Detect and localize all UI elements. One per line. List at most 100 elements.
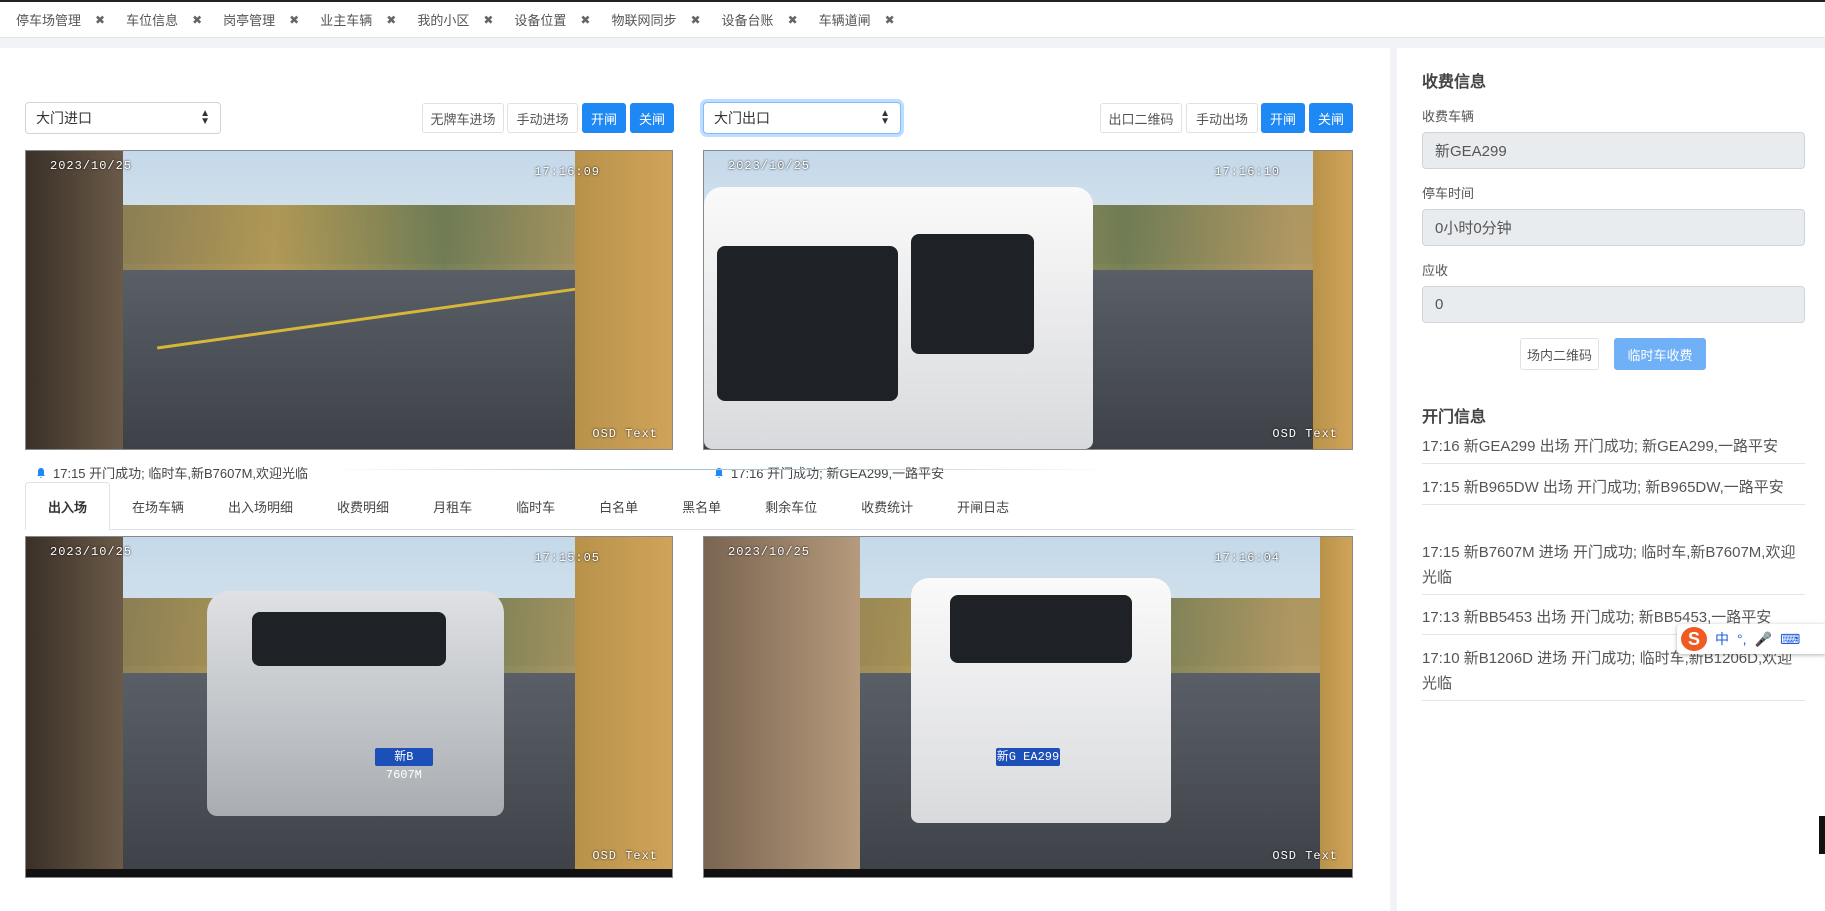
temp-vehicle-charge-button[interactable]: 临时车收费 <box>1614 338 1706 370</box>
close-icon[interactable]: ✖ <box>386 13 396 27</box>
in-lot-qr-code-button[interactable]: 场内二维码 <box>1520 338 1599 370</box>
camera-time: 17:16:09 <box>534 165 600 179</box>
divider <box>330 469 1110 470</box>
gate-log-title: 开门信息 <box>1422 409 1487 426</box>
entrance-camera-snapshot: 新B 7607M 2023/10/25 17:15:05 OSD Text <box>25 536 673 878</box>
close-icon[interactable]: ✖ <box>95 13 105 27</box>
subtab-in-out-details[interactable]: 出入场明细 <box>206 482 315 530</box>
amount-due-field: 0 <box>1422 286 1805 323</box>
tab-iot-sync[interactable]: 物联网同步 ✖ <box>601 2 711 38</box>
gate-control-panel: 大门进口 ▲ ▼ 无牌车进场 手动进场 开闸 关闸 大门出口 ▲ ▼ 出口二维码 手… <box>0 48 1390 911</box>
camera-time: 17:15:05 <box>534 551 600 565</box>
vehicle-label: 收费车辆 <box>1422 109 1475 124</box>
manual-exit-button[interactable]: 手动出场 <box>1186 103 1258 133</box>
subtab-parked-vehicles[interactable]: 在场车辆 <box>110 482 206 530</box>
close-icon[interactable]: ✖ <box>192 13 202 27</box>
tab-label: 设备位置 <box>514 13 567 28</box>
entrance-status-message: 17:15 开门成功; 临时车,新B7607M,欢迎光临 <box>35 463 308 482</box>
tab-label: 我的小区 <box>417 13 470 28</box>
tab-device-location[interactable]: 设备位置 ✖ <box>504 2 601 38</box>
exit-gate-select[interactable]: 大门出口 ▲ ▼ <box>703 102 901 134</box>
tab-bar: 停车场管理 ✖ 车位信息 ✖ 岗亭管理 ✖ 业主车辆 ✖ 我的小区 ✖ 设备位置 ✖ 物联网… <box>0 0 1825 38</box>
record-tabs: 出入场 在场车辆 出入场明细 收费明细 月租车 临时车 白名单 黑名单 剩余车位… <box>25 482 1355 530</box>
entrance-open-gate-button[interactable]: 开闸 <box>582 103 626 133</box>
gate-log-item: 17:15 新B7607M 进场 开门成功; 临时车,新B7607M,欢迎光临 <box>1422 540 1805 595</box>
select-caret-icon: ▲ ▼ <box>880 108 890 127</box>
osd-text: OSD Text <box>592 849 658 863</box>
entrance-status-text: 17:15 开门成功; 临时车,新B7607M,欢迎光临 <box>53 466 309 481</box>
subtab-remaining-spaces[interactable]: 剩余车位 <box>743 482 839 530</box>
entrance-close-gate-button[interactable]: 关闸 <box>630 103 674 133</box>
entrance-camera-live: 2023/10/25 17:16:09 OSD Text <box>25 150 673 450</box>
camera-date: 2023/10/25 <box>728 545 811 559</box>
close-icon[interactable]: ✖ <box>289 13 299 27</box>
close-icon[interactable]: ✖ <box>788 13 798 27</box>
amount-due-label: 应收 <box>1422 263 1449 278</box>
close-icon[interactable]: ✖ <box>690 13 700 27</box>
tab-label: 业主车辆 <box>320 13 373 28</box>
osd-text: OSD Text <box>592 427 658 441</box>
subtab-fee-statistics[interactable]: 收费统计 <box>839 482 935 530</box>
tab-my-community[interactable]: 我的小区 ✖ <box>407 2 504 38</box>
tab-device-ledger[interactable]: 设备台账 ✖ <box>712 2 809 38</box>
subtab-whitelist[interactable]: 白名单 <box>577 482 660 530</box>
exit-close-gate-button[interactable]: 关闸 <box>1309 103 1353 133</box>
scrollbar[interactable] <box>1819 816 1825 854</box>
tab-owner-vehicles[interactable]: 业主车辆 ✖ <box>310 2 407 38</box>
camera-time: 17:16:04 <box>1214 551 1280 565</box>
license-plate: 新B 7607M <box>374 747 433 782</box>
exit-qr-code-button[interactable]: 出口二维码 <box>1100 103 1182 133</box>
subtab-fee-details[interactable]: 收费明细 <box>315 482 411 530</box>
ime-toolbar[interactable]: S 中 °, 🎤 ⌨ <box>1677 624 1825 654</box>
exit-status-text: 17:16 开门成功; 新GEA299,一路平安 <box>731 466 945 481</box>
tab-label: 物联网同步 <box>611 13 677 28</box>
exit-camera-snapshot: 新G EA299 2023/10/25 17:16:04 OSD Text <box>703 536 1353 878</box>
subtab-blacklist[interactable]: 黑名单 <box>660 482 743 530</box>
exit-camera-live: 2023/10/25 17:16:10 OSD Text <box>703 150 1353 450</box>
camera-time: 17:16:10 <box>1214 165 1280 179</box>
close-icon[interactable]: ✖ <box>483 13 493 27</box>
main-area: 大门进口 ▲ ▼ 无牌车进场 手动进场 开闸 关闸 大门出口 ▲ ▼ 出口二维码 手… <box>0 38 1825 911</box>
subtab-in-out[interactable]: 出入场 <box>25 482 111 530</box>
tab-label: 车辆道闸 <box>818 13 871 28</box>
keyboard-icon[interactable]: ⌨ <box>1780 631 1800 648</box>
tab-label: 车位信息 <box>126 13 179 28</box>
sogou-logo-icon[interactable]: S <box>1681 627 1707 651</box>
tab-label: 设备台账 <box>721 13 774 28</box>
gate-log-item: 17:15 新B965DW 出场 开门成功; 新B965DW,一路平安 <box>1422 475 1805 505</box>
bell-icon <box>37 467 45 478</box>
fee-info-title: 收费信息 <box>1422 74 1487 91</box>
no-plate-entry-button[interactable]: 无牌车进场 <box>422 103 504 133</box>
gate-log-item: 17:10 新B1206D 进场 开门成功; 临时车,新B1206D,欢迎光临 <box>1422 646 1805 701</box>
camera-date: 2023/10/25 <box>50 159 133 173</box>
entrance-gate-select[interactable]: 大门进口 ▲ ▼ <box>25 102 221 134</box>
subtab-gate-log[interactable]: 开闸日志 <box>935 482 1031 530</box>
microphone-icon[interactable]: 🎤 <box>1755 631 1772 648</box>
subtab-temporary-vehicles[interactable]: 临时车 <box>494 482 577 530</box>
entrance-gate-select-value: 大门进口 <box>36 110 92 126</box>
camera-date: 2023/10/25 <box>728 159 811 173</box>
manual-entry-button[interactable]: 手动进场 <box>507 103 578 133</box>
tab-label: 岗亭管理 <box>223 13 276 28</box>
tab-label: 停车场管理 <box>16 13 82 28</box>
parking-time-field: 0小时0分钟 <box>1422 209 1805 246</box>
tab-parking-lot-management[interactable]: 停车场管理 ✖ <box>6 2 116 38</box>
exit-gate-select-value: 大门出口 <box>714 110 770 126</box>
tab-booth-management[interactable]: 岗亭管理 ✖ <box>213 2 310 38</box>
close-icon[interactable]: ✖ <box>885 13 895 27</box>
osd-text: OSD Text <box>1272 427 1338 441</box>
subtab-monthly-vehicles[interactable]: 月租车 <box>411 482 494 530</box>
tab-vehicle-barrier[interactable]: 车辆道闸 ✖ <box>809 2 906 38</box>
side-panel: 收费信息 收费车辆 新GEA299 停车时间 0小时0分钟 应收 0 场内二维码… <box>1397 48 1825 911</box>
osd-text: OSD Text <box>1272 849 1338 863</box>
tab-space-info[interactable]: 车位信息 ✖ <box>116 2 213 38</box>
select-caret-icon: ▲ ▼ <box>200 108 210 127</box>
exit-open-gate-button[interactable]: 开闸 <box>1261 103 1305 133</box>
exit-status-message: 17:16 开门成功; 新GEA299,一路平安 <box>713 463 944 482</box>
gate-log-item: 17:16 新GEA299 出场 开门成功; 新GEA299,一路平安 <box>1422 434 1805 464</box>
close-icon[interactable]: ✖ <box>580 13 590 27</box>
parking-time-label: 停车时间 <box>1422 186 1475 201</box>
ime-mode[interactable]: 中 <box>1715 629 1729 649</box>
ime-punctuation[interactable]: °, <box>1737 631 1747 647</box>
camera-date: 2023/10/25 <box>50 545 133 559</box>
